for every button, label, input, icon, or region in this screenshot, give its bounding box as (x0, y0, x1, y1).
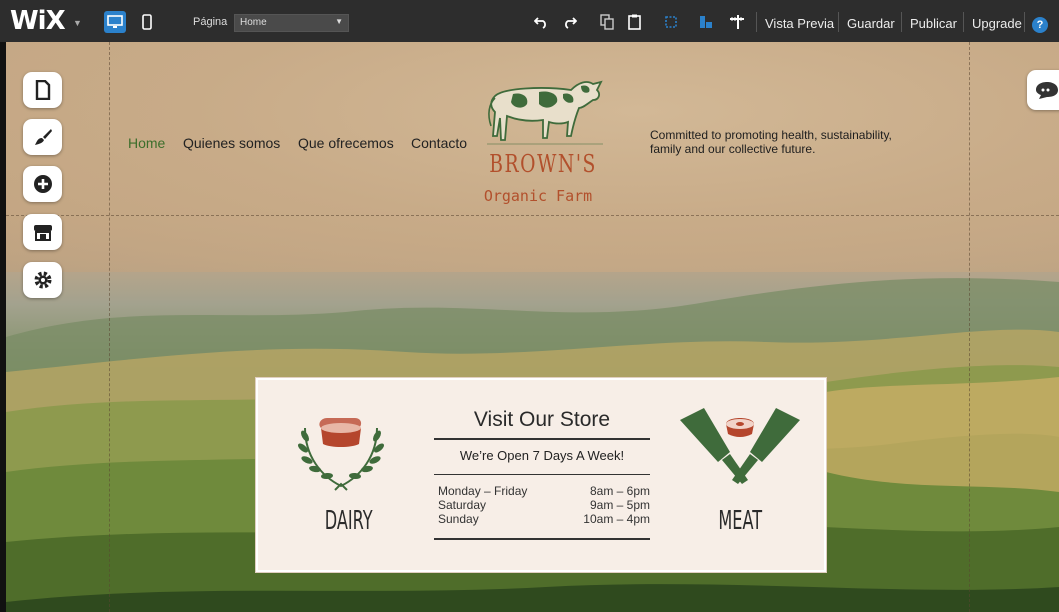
page-select-value: Home (240, 17, 267, 28)
grid-icon (665, 16, 677, 28)
toolbar-toggle-button[interactable] (697, 13, 715, 31)
divider (963, 12, 964, 32)
divider (434, 474, 650, 475)
hours-days: Monday – Friday (438, 484, 528, 498)
help-button[interactable]: ? (1032, 17, 1048, 33)
layout-guide (969, 42, 970, 612)
nav-item-home[interactable]: Home (128, 135, 165, 151)
hours-time: 8am – 6pm (589, 484, 650, 498)
meat-label: MEAT (718, 506, 763, 536)
toolbar-icon (700, 16, 712, 28)
logo-subtitle: Organic Farm (483, 187, 593, 205)
store-icon (33, 225, 52, 241)
divider (1024, 12, 1025, 32)
add-button[interactable] (23, 166, 62, 202)
chevron-down-icon: ▼ (335, 17, 343, 26)
snap-to-grid-button[interactable] (662, 13, 680, 31)
hours-row: Monday – Friday 8am – 6pm (438, 484, 650, 498)
desktop-view-button[interactable] (104, 11, 126, 33)
desktop-icon (107, 15, 123, 28)
ruler-icon (730, 15, 744, 29)
header-footer-guide (6, 215, 1059, 216)
undo-icon (534, 17, 546, 29)
settings-icon (34, 271, 51, 289)
redo-button[interactable] (561, 13, 579, 31)
dairy-icon (298, 418, 384, 491)
undo-button[interactable] (532, 13, 550, 31)
settings-button[interactable] (23, 262, 62, 298)
store-info-box[interactable]: DAIRY Visit Our Store We’re Open 7 Days … (255, 377, 827, 573)
cow-logo-icon[interactable] (483, 74, 608, 152)
mobile-icon (142, 14, 152, 30)
dairy-label: DAIRY (324, 506, 373, 536)
paste-button[interactable] (626, 13, 644, 31)
publish-button[interactable]: Publicar (910, 16, 957, 31)
page-select[interactable]: Home ▼ (234, 14, 349, 32)
hours-days: Sunday (438, 512, 479, 526)
meat-cleaver-icon (680, 408, 800, 484)
save-button[interactable]: Guardar (847, 16, 895, 31)
paste-icon (628, 14, 641, 30)
editor-canvas[interactable]: Home Quienes somos Que ofrecemos Contact… (6, 42, 1059, 612)
nav-item-quienes-somos[interactable]: Quienes somos (183, 135, 280, 151)
editor-toolbar: WiX ▼ Página Home ▼ Vista Previa Guardar… (0, 0, 1059, 42)
chat-icon (1036, 82, 1058, 99)
design-button[interactable] (23, 119, 62, 155)
page-label: Página (193, 16, 228, 28)
divider (434, 538, 650, 540)
paintbrush-icon (34, 129, 52, 145)
chat-panel-tab[interactable] (1027, 70, 1059, 110)
add-icon (33, 175, 52, 193)
preview-button[interactable]: Vista Previa (765, 16, 834, 31)
logo-title: BROWN'S (489, 150, 597, 178)
pages-icon (35, 80, 50, 100)
copy-button[interactable] (598, 13, 616, 31)
app-market-button[interactable] (23, 214, 62, 250)
rulers-button[interactable] (728, 13, 746, 31)
upgrade-button[interactable]: Upgrade (972, 16, 1022, 31)
store-title: Visit Our Store (473, 408, 611, 431)
wix-logo[interactable]: WiX (10, 6, 66, 36)
nav-item-que-ofrecemos[interactable]: Que ofrecemos (298, 135, 394, 151)
copy-icon (600, 14, 614, 30)
tagline[interactable]: Committed to promoting health, sustainab… (650, 128, 920, 156)
store-subtitle: We’re Open 7 Days A Week! (459, 448, 625, 463)
divider (434, 438, 650, 440)
hours-row: Sunday 10am – 4pm (438, 512, 650, 526)
layout-guide (109, 42, 110, 612)
hours-days: Saturday (438, 498, 487, 512)
divider (756, 12, 757, 32)
nav-item-contacto[interactable]: Contacto (411, 135, 467, 151)
hours-time: 10am – 4pm (583, 512, 650, 526)
hours-row: Saturday 9am – 5pm (438, 498, 650, 512)
pages-button[interactable] (23, 72, 62, 108)
chevron-down-icon[interactable]: ▼ (73, 18, 82, 28)
divider (838, 12, 839, 32)
redo-icon (565, 17, 577, 29)
mobile-view-button[interactable] (136, 11, 158, 33)
divider (901, 12, 902, 32)
hours-time: 9am – 5pm (589, 498, 650, 512)
